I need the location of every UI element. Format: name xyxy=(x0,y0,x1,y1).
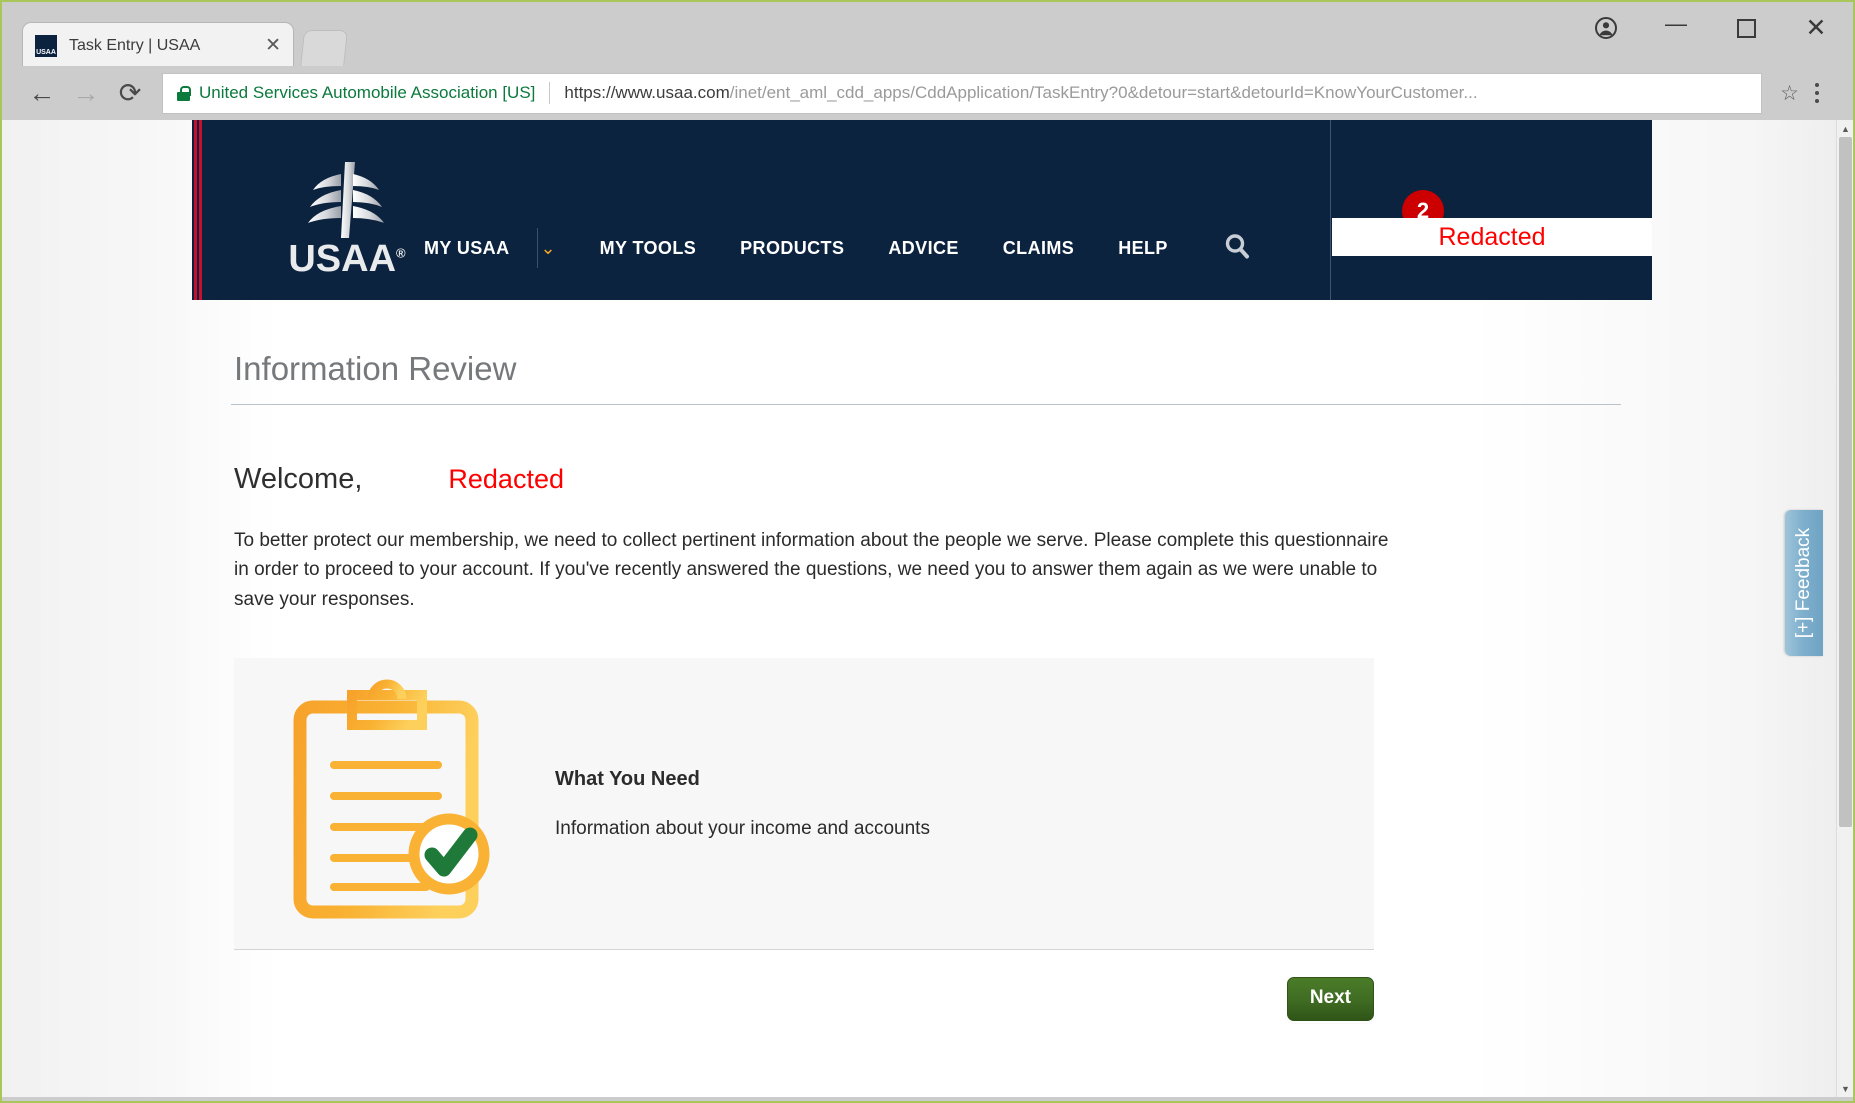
url-text: https://www.usaa.com/inet/ent_aml_cdd_ap… xyxy=(564,83,1747,103)
feedback-tab-label: [+] Feedback xyxy=(1793,527,1814,639)
nav-item-products[interactable]: PRODUCTS xyxy=(740,232,844,265)
main-navigation: MY USAA ⌄ MY TOOLS PRODUCTS ADVICE CLAIM… xyxy=(424,228,1252,268)
profile-icon[interactable] xyxy=(1593,15,1619,41)
new-tab-button[interactable] xyxy=(300,30,348,68)
what-you-need-body: Information about your income and accoun… xyxy=(555,817,930,839)
welcome-redacted-name: Redacted xyxy=(448,464,564,494)
what-you-need-text: What You Need Information about your inc… xyxy=(555,768,1374,840)
what-you-need-card: What You Need Information about your inc… xyxy=(234,658,1374,951)
omnibox-divider xyxy=(549,82,551,104)
page-content: Information Review Welcome, Redacted To … xyxy=(192,350,1652,1022)
usaa-favicon-icon: USAA xyxy=(35,34,57,57)
close-tab-icon[interactable]: ✕ xyxy=(265,36,281,55)
clipboard-checkmark-icon xyxy=(293,679,490,919)
red-stripe-accent xyxy=(192,120,204,300)
browser-menu-icon[interactable] xyxy=(1799,73,1835,113)
back-button[interactable]: ← xyxy=(20,71,64,115)
forward-button[interactable]: → xyxy=(64,71,108,115)
browser-window: USAA Task Entry | USAA ✕ — ✕ ← → ⟳ Unite… xyxy=(0,0,1855,1103)
browser-tab[interactable]: USAA Task Entry | USAA ✕ xyxy=(22,22,294,68)
maximize-icon xyxy=(1736,18,1756,38)
maximize-button[interactable] xyxy=(1733,15,1759,41)
header-vertical-divider xyxy=(1330,120,1331,300)
page-viewport: USAA® MY USAA ⌄ MY TOOLS PRODUCTS ADVICE… xyxy=(2,120,1853,1097)
nav-item-claims[interactable]: CLAIMS xyxy=(1003,232,1074,265)
minimize-button[interactable]: — xyxy=(1663,10,1689,41)
search-icon[interactable] xyxy=(1222,231,1252,266)
usaa-site-header: USAA® MY USAA ⌄ MY TOOLS PRODUCTS ADVICE… xyxy=(192,120,1652,300)
intro-paragraph: To better protect our membership, we nee… xyxy=(234,530,1389,610)
close-window-button[interactable]: ✕ xyxy=(1803,15,1829,41)
tab-strip: USAA Task Entry | USAA ✕ — ✕ xyxy=(2,2,1853,68)
registered-mark: ® xyxy=(396,245,406,261)
scrollbar-thumb[interactable] xyxy=(1839,137,1852,827)
redacted-header-text: Redacted xyxy=(1438,222,1546,251)
usaa-logo[interactable]: USAA® xyxy=(288,150,406,278)
scroll-down-arrow-icon[interactable]: ▼ xyxy=(1837,1080,1853,1097)
usaa-eagle-icon xyxy=(308,162,384,238)
usaa-wordmark-text: USAA xyxy=(288,238,397,280)
url-path: /inet/ent_aml_cdd_apps/CddApplication/Ta… xyxy=(729,83,1478,102)
nav-item-advice[interactable]: ADVICE xyxy=(888,232,958,265)
welcome-label: Welcome, xyxy=(234,463,363,495)
nav-item-help[interactable]: HELP xyxy=(1118,232,1168,265)
tab-title: Task Entry | USAA xyxy=(69,36,201,54)
title-divider xyxy=(231,404,1621,405)
minimize-icon: — xyxy=(1665,10,1687,36)
chevron-down-icon[interactable]: ⌄ xyxy=(540,238,555,259)
bookmark-star-icon[interactable]: ☆ xyxy=(1780,81,1799,106)
web-page: USAA® MY USAA ⌄ MY TOOLS PRODUCTS ADVICE… xyxy=(2,120,1840,1097)
window-controls: — ✕ xyxy=(1593,2,1839,54)
scroll-up-arrow-icon[interactable]: ▲ xyxy=(1837,120,1853,137)
welcome-row: Welcome, Redacted xyxy=(234,463,1610,496)
usaa-wordmark: USAA® xyxy=(288,240,405,278)
address-bar[interactable]: United Services Automobile Association [… xyxy=(162,72,1763,114)
page-title: Information Review xyxy=(234,350,517,387)
lock-icon xyxy=(177,85,191,101)
url-host: https://www.usaa.com xyxy=(564,83,730,102)
close-icon: ✕ xyxy=(1805,13,1827,42)
site-identity-label: United Services Automobile Association [… xyxy=(199,83,536,102)
next-button[interactable]: Next xyxy=(1286,977,1374,1022)
browser-toolbar: ← → ⟳ United Services Automobile Associa… xyxy=(2,66,1853,120)
form-actions: Next xyxy=(234,977,1374,1022)
feedback-tab[interactable]: [+] Feedback xyxy=(1785,510,1823,656)
reload-button[interactable]: ⟳ xyxy=(108,71,152,115)
nav-item-my-usaa[interactable]: MY USAA xyxy=(424,232,509,265)
page-scrollbar[interactable]: ▲ ▼ xyxy=(1836,120,1853,1097)
nav-item-my-tools[interactable]: MY TOOLS xyxy=(600,232,697,265)
redacted-header-overlay: Redacted xyxy=(1332,218,1652,256)
what-you-need-title: What You Need xyxy=(555,767,700,790)
nav-divider xyxy=(537,228,539,268)
